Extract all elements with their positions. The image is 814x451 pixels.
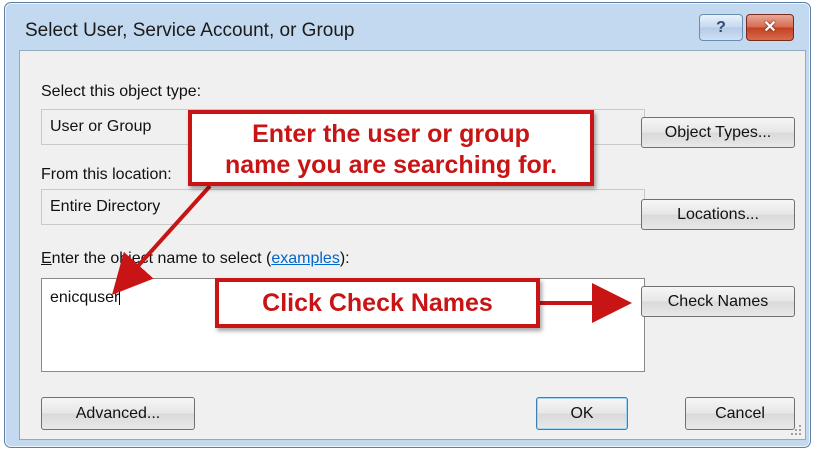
callout-enter-name-line2: name you are searching for. bbox=[224, 151, 558, 179]
callout-enter-name-line1: Enter the user or group bbox=[252, 120, 530, 148]
arrow-icon bbox=[111, 184, 212, 295]
callout-check-names: Click Check Names bbox=[215, 278, 540, 328]
annotation-arrows bbox=[111, 184, 632, 323]
callout-enter-name: Enter the user or group name you are sea… bbox=[188, 110, 594, 186]
